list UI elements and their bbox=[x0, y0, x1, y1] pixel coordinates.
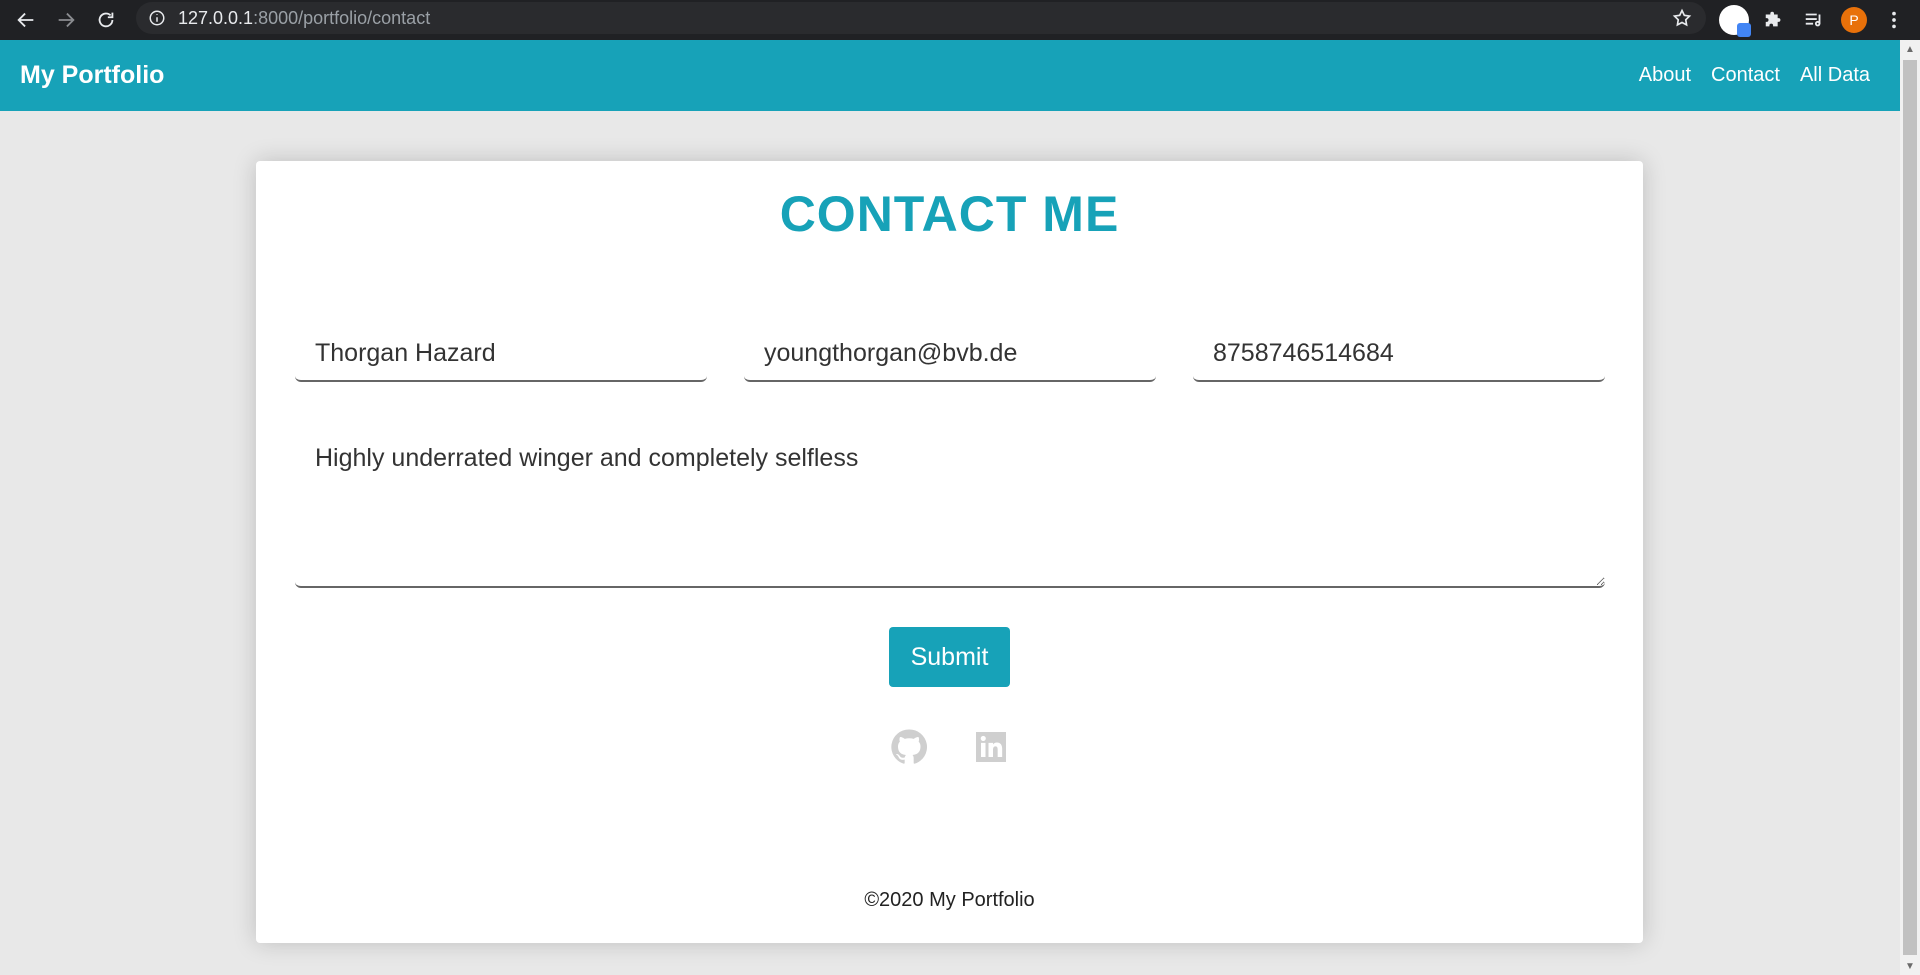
info-icon bbox=[149, 10, 165, 26]
linkedin-link[interactable] bbox=[971, 727, 1011, 767]
url-path: :8000/portfolio/contact bbox=[253, 7, 431, 28]
message-field[interactable]: Highly underrated winger and completely … bbox=[295, 436, 1605, 588]
reload-button[interactable] bbox=[86, 0, 126, 40]
page-title: CONTACT ME bbox=[779, 186, 1120, 242]
nav-link-contact[interactable]: Contact bbox=[1711, 64, 1780, 87]
extensions-area: P bbox=[1718, 0, 1920, 40]
phone-field[interactable] bbox=[1193, 326, 1605, 382]
avatar: P bbox=[1841, 7, 1867, 33]
kebab-menu-icon bbox=[1892, 11, 1896, 29]
puzzle-icon bbox=[1765, 11, 1781, 27]
arrow-left-icon bbox=[17, 12, 34, 28]
browser-toolbar: 127.0.0.1:8000/portfolio/contact P bbox=[0, 0, 1920, 40]
github-link[interactable] bbox=[889, 727, 929, 767]
playlist-icon bbox=[1805, 13, 1821, 27]
scroll-down-arrow[interactable]: ▼ bbox=[1900, 957, 1920, 975]
page-viewport: My Portfolio About Contact All Data CONT… bbox=[0, 40, 1900, 975]
compass-extension-icon bbox=[1719, 5, 1751, 37]
linkedin-icon bbox=[975, 732, 1006, 762]
contact-card: CONTACT ME Highly underrated winger and … bbox=[256, 161, 1643, 943]
browser-menu-button[interactable] bbox=[1878, 4, 1910, 36]
scroll-thumb[interactable] bbox=[1903, 60, 1917, 955]
brand-logo[interactable]: My Portfolio bbox=[20, 61, 164, 90]
media-control-button[interactable] bbox=[1798, 4, 1830, 36]
page-scrollbar[interactable]: ▲ ▼ bbox=[1900, 40, 1920, 975]
github-icon bbox=[890, 729, 927, 764]
reload-icon bbox=[98, 12, 114, 28]
scroll-up-arrow[interactable]: ▲ bbox=[1900, 40, 1920, 58]
extension-button[interactable] bbox=[1718, 4, 1751, 37]
bookmark-star-icon[interactable] bbox=[1672, 8, 1692, 28]
forward-button[interactable] bbox=[46, 0, 86, 40]
copyright-text: ©2020 My Portfolio bbox=[864, 889, 1035, 911]
nav-link-all-data[interactable]: All Data bbox=[1800, 64, 1870, 87]
extensions-menu-button[interactable] bbox=[1758, 4, 1790, 36]
url-host: 127.0.0.1 bbox=[178, 7, 254, 28]
name-field[interactable] bbox=[295, 326, 707, 382]
nav-link-about[interactable]: About bbox=[1639, 64, 1691, 87]
submit-button[interactable]: Submit bbox=[889, 627, 1010, 687]
arrow-right-icon bbox=[58, 12, 75, 28]
nav-links: About Contact All Data bbox=[1639, 40, 1870, 111]
address-bar[interactable]: 127.0.0.1:8000/portfolio/contact bbox=[136, 2, 1706, 34]
social-links bbox=[256, 727, 1643, 767]
back-button[interactable] bbox=[6, 0, 46, 40]
profile-button[interactable]: P bbox=[1838, 4, 1870, 36]
email-field[interactable] bbox=[744, 326, 1156, 382]
site-navbar: My Portfolio About Contact All Data bbox=[0, 40, 1900, 111]
